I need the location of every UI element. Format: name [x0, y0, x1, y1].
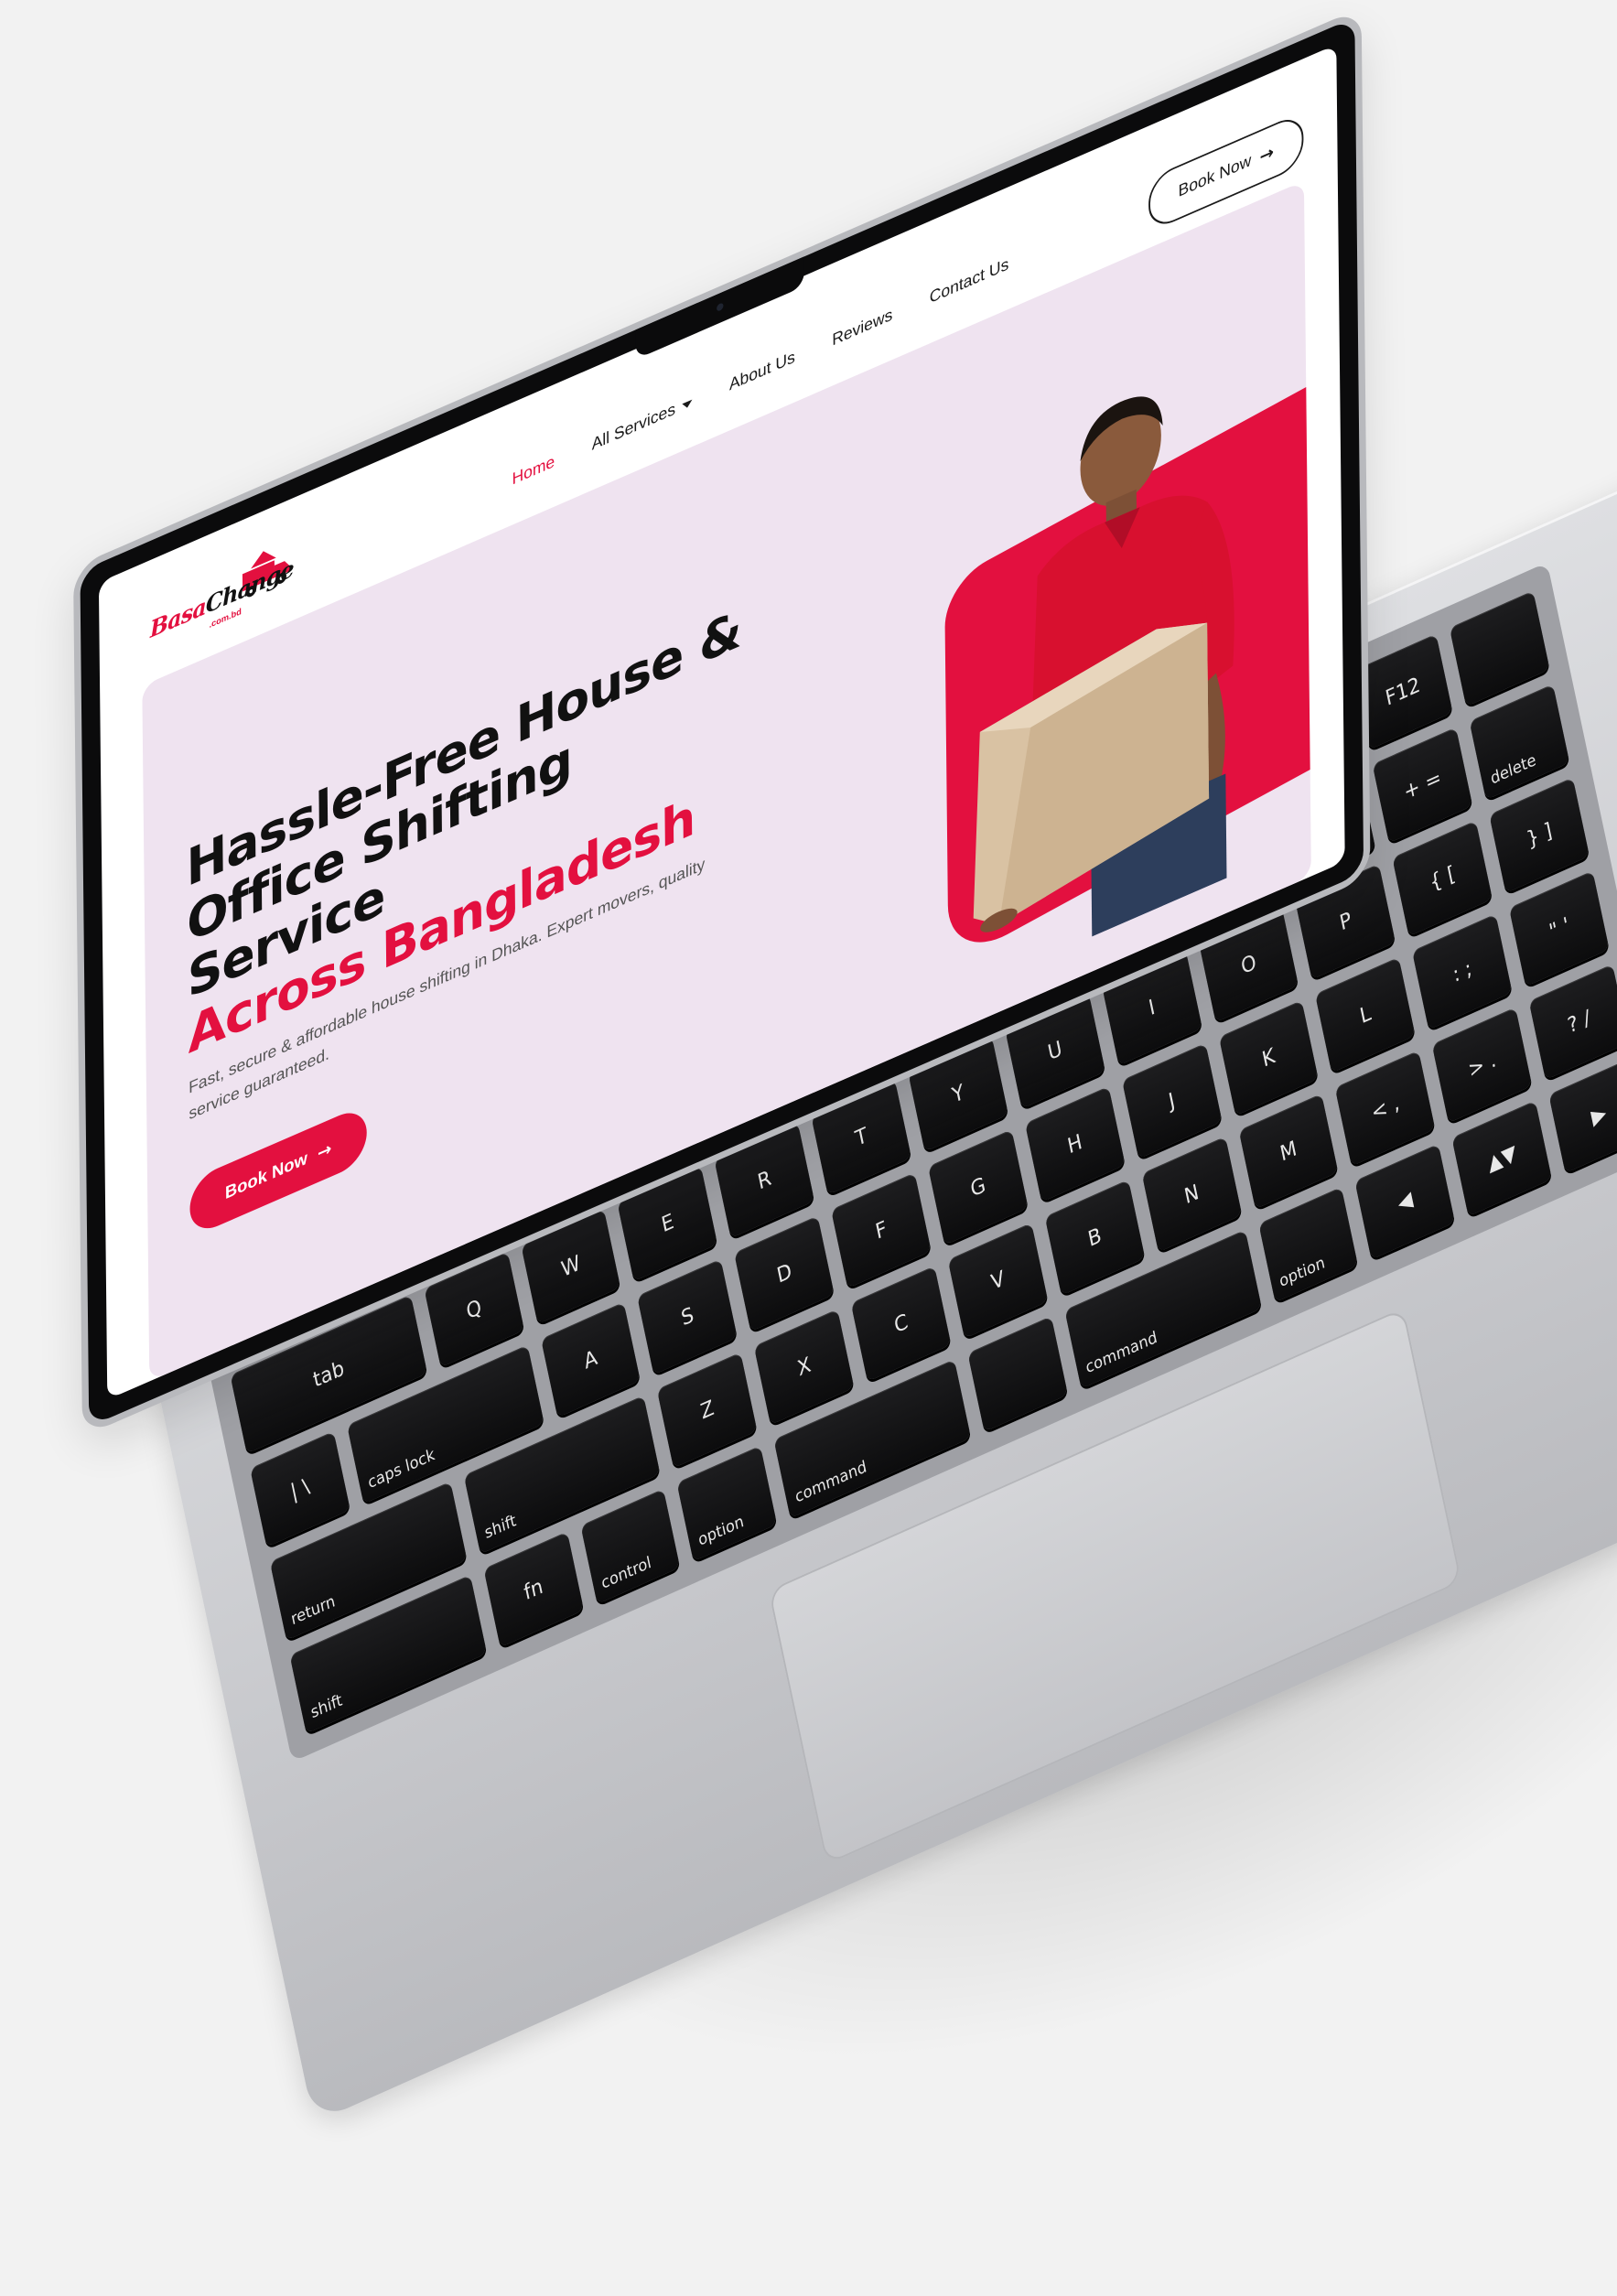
key-n[interactable]: N — [1141, 1136, 1242, 1253]
logo-prefix: Basa — [149, 593, 207, 644]
key--[interactable]: ? / — [1528, 964, 1617, 1081]
key--[interactable]: > . — [1431, 1007, 1533, 1124]
camera-icon — [717, 302, 724, 312]
key-h[interactable]: H — [1024, 1086, 1126, 1202]
key--[interactable]: " ' — [1509, 870, 1610, 987]
key-v[interactable]: V — [947, 1223, 1049, 1339]
hero-book-now-button[interactable]: Book Now → — [189, 1104, 368, 1238]
key-x[interactable]: X — [754, 1309, 855, 1426]
nav-item-home[interactable]: Home — [512, 452, 555, 490]
key-control[interactable]: control — [580, 1488, 681, 1605]
key-m[interactable]: M — [1238, 1093, 1339, 1210]
mover-with-box-illustration — [973, 396, 1234, 937]
key-delete[interactable]: delete — [1469, 684, 1570, 801]
header-book-now-label: Book Now — [1178, 151, 1252, 201]
key--[interactable]: ▲▼ — [1451, 1100, 1553, 1217]
key-l[interactable]: L — [1315, 956, 1416, 1073]
key-option[interactable]: option — [676, 1445, 778, 1562]
nav-item-all-services[interactable]: All Services — [592, 393, 693, 456]
key--[interactable]: ◀ — [1354, 1143, 1456, 1260]
key-fn[interactable]: fn — [483, 1531, 584, 1648]
key--[interactable]: + = — [1372, 727, 1473, 844]
key-z[interactable]: Z — [657, 1352, 758, 1469]
nav-item-all-services-label: All Services — [591, 400, 676, 455]
hero-book-now-label: Book Now — [224, 1148, 307, 1203]
key--[interactable]: } ] — [1489, 777, 1590, 894]
key-c[interactable]: C — [850, 1266, 952, 1382]
key-d[interactable]: D — [734, 1215, 835, 1332]
nav-item-contact-us[interactable]: Contact Us — [930, 255, 1009, 308]
key-j[interactable]: J — [1121, 1042, 1223, 1159]
key-blank[interactable] — [1450, 590, 1550, 707]
key-s[interactable]: S — [637, 1258, 738, 1375]
hero-image — [884, 303, 1310, 1025]
key--[interactable]: | \ — [250, 1431, 350, 1547]
key-b[interactable]: B — [1044, 1180, 1146, 1296]
key-f[interactable]: F — [831, 1172, 932, 1288]
key-a[interactable]: A — [540, 1301, 641, 1418]
key-k[interactable]: K — [1218, 999, 1320, 1116]
arrow-right-icon: → — [317, 1137, 332, 1165]
chevron-down-icon — [682, 399, 693, 410]
key-g[interactable]: G — [928, 1129, 1029, 1245]
key--[interactable]: : ; — [1412, 913, 1513, 1030]
nav-item-about-us[interactable]: About Us — [729, 348, 795, 395]
key--[interactable]: { [ — [1392, 820, 1493, 937]
key-blank[interactable] — [967, 1316, 1068, 1432]
nav-item-reviews[interactable]: Reviews — [832, 306, 892, 351]
stage: escF1F2F3F4F5F6F7F8F9F10F11F12~ `! 1@ 2#… — [0, 0, 1617, 2296]
key--[interactable]: ▶ — [1548, 1057, 1617, 1174]
key-option[interactable]: option — [1257, 1186, 1359, 1303]
key--[interactable]: < , — [1335, 1050, 1436, 1167]
arrow-right-icon: → — [1259, 140, 1275, 168]
